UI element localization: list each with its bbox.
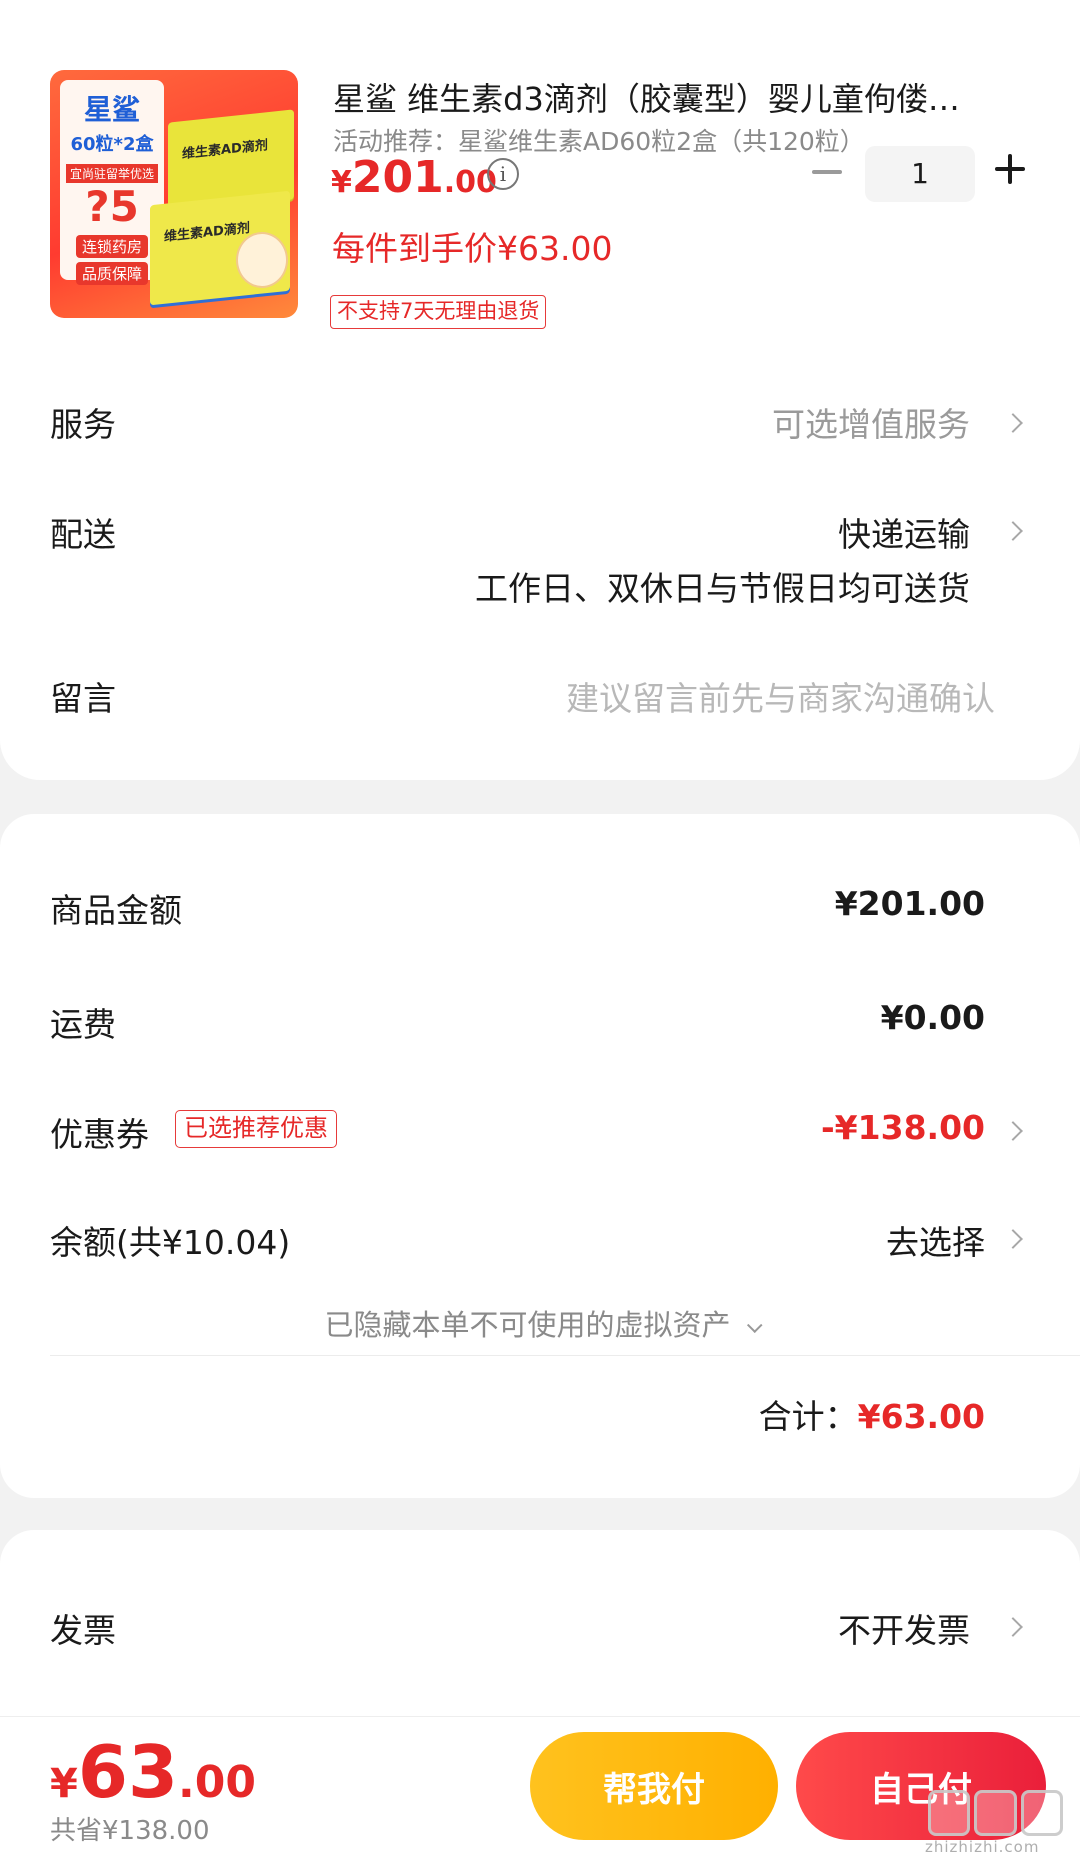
product-title[interactable]: 星鲨 维生素d3滴剂（胶囊型）婴儿童佝偻… (333, 78, 1033, 120)
coupon-value[interactable]: -¥138.00 (821, 1108, 985, 1147)
checkout-currency: ¥ (50, 1761, 78, 1807)
balance-label: 余额(共¥10.04) (50, 1223, 291, 1262)
shipping-value: ¥0.00 (880, 998, 985, 1037)
thumbnail-badge-quality: 品质保障 (75, 262, 148, 285)
delivery-note: 工作日、双休日与节假日均可送货 (475, 569, 970, 608)
total-amount: ¥63.00 (857, 1397, 985, 1436)
price-currency: ¥ (331, 165, 352, 200)
product-price: ¥201.00 (331, 152, 497, 203)
saved-amount: 共省¥138.00 (50, 1816, 210, 1846)
delivery-label: 配送 (50, 515, 116, 554)
thumbnail-price: ?5 (85, 182, 139, 231)
invoice-value[interactable]: 不开发票 (838, 1604, 970, 1652)
divider (50, 1355, 1080, 1356)
shipping-label: 运费 (50, 1005, 116, 1044)
thumbnail-badge-chain: 连锁药房 (75, 235, 148, 258)
message-label: 留言 (50, 679, 116, 718)
thumbnail-brand-panel: 星鲨 60粒*2盒 宜尚驻留举优选 ?5 连锁药房 品质保障 (60, 80, 164, 285)
minus-icon[interactable] (812, 170, 842, 174)
delivery-value[interactable]: 快递运输 (838, 508, 970, 556)
service-value[interactable]: 可选增值服务 (772, 398, 970, 446)
message-input[interactable]: 建议留言前先与商家沟通确认 (566, 672, 995, 720)
plus-icon[interactable] (995, 154, 1025, 184)
coupon-label: 优惠券 (50, 1115, 149, 1154)
balance-select[interactable]: 去选择 (886, 1216, 985, 1264)
goods-amount-label: 商品金额 (50, 891, 182, 930)
product-thumbnail[interactable]: 星鲨 60粒*2盒 宜尚驻留举优选 ?5 连锁药房 品质保障 维生素AD滴剂 维… (50, 70, 298, 318)
order-total: 合计：¥63.00 (759, 1390, 985, 1438)
thumbnail-spec: 60粒*2盒 (70, 134, 154, 155)
watermark-text: zhizhizhi.com (925, 1838, 1040, 1856)
unit-price: 每件到手价¥63.00 (332, 229, 613, 268)
thumbnail-note: 宜尚驻留举优选 (65, 164, 158, 183)
coupon-recommended-tag: 已选推荐优惠 (175, 1110, 337, 1148)
watermark-logo (928, 1790, 1063, 1836)
product-box-label: 维生素AD滴剂 (182, 138, 268, 163)
hidden-assets-text: 已隐藏本单不可使用的虚拟资产 (324, 1308, 731, 1342)
goods-amount-value: ¥201.00 (834, 884, 985, 923)
baby-illustration (236, 232, 288, 288)
checkout-price-integer: 63 (77, 1730, 179, 1814)
checkout-price-decimal: .00 (178, 1757, 256, 1808)
total-label: 合计： (758, 1397, 858, 1436)
service-label: 服务 (50, 405, 116, 444)
invoice-label: 发票 (50, 1611, 116, 1650)
return-policy-tag: 不支持7天无理由退货 (330, 295, 547, 329)
quantity-stepper[interactable]: 1 (865, 146, 975, 202)
thumbnail-brand: 星鲨 (83, 93, 140, 126)
price-integer: 201 (351, 152, 444, 203)
hidden-assets-toggle[interactable]: 已隐藏本单不可使用的虚拟资产 (0, 1302, 1080, 1344)
checkout-price: ¥63.00 (50, 1730, 256, 1814)
info-icon[interactable]: i (487, 158, 519, 190)
help-pay-button[interactable]: 帮我付 (530, 1732, 778, 1840)
chevron-down-icon (746, 1317, 763, 1334)
